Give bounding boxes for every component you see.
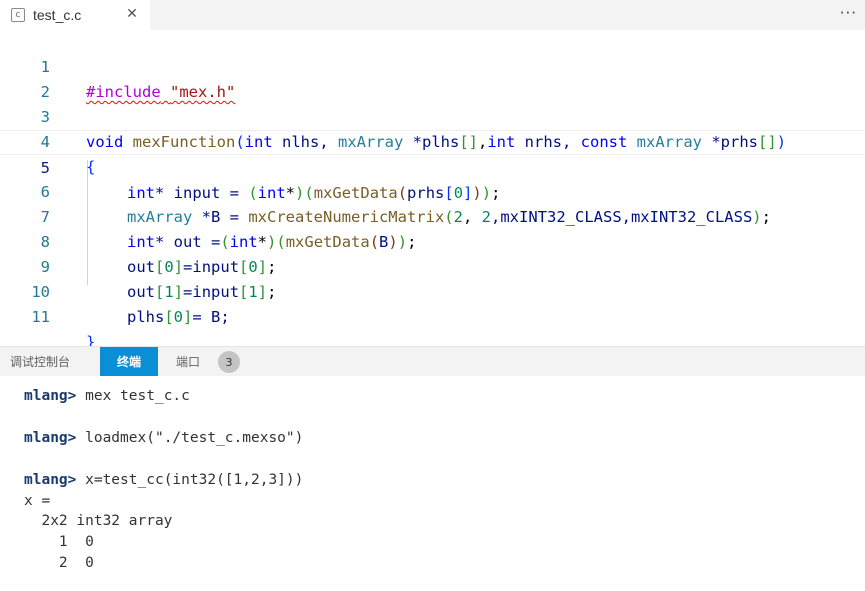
code-text: plhs[0]= B; [127,305,230,330]
code-line: 2 [0,55,865,101]
close-icon[interactable]: ✕ [124,5,140,23]
terminal-command: x=test_cc(int32([1,2,3])) [76,472,304,488]
code-line: 6 mxArray *B = mxCreateNumericMatrix(2, … [0,155,865,226]
terminal-output-line: x = [24,493,51,509]
terminal-prompt: mlang> [24,472,77,488]
more-actions-icon[interactable]: ··· [840,4,857,22]
file-tab-test-c[interactable]: c test_c.c ✕ [0,0,151,30]
terminal-output-line: 1 0 [24,534,94,550]
tab-debug-console[interactable]: 调试控制台 [10,347,70,376]
ports-count-badge: 3 [218,351,240,373]
token-var: = B; [192,308,230,326]
code-line: 11 } [0,280,865,351]
token-var: plhs [127,308,165,326]
file-tab-title: test_c.c [33,7,82,23]
code-editor[interactable]: 1 #include "mex.h" 2 3 void mexFunction(… [0,30,865,351]
terminal-line: mlang> mex test_c.c [24,386,190,406]
terminal-prompt: mlang> [24,388,77,404]
line-number: 11 [31,308,50,326]
token-bracket: ] [183,308,193,326]
panel-header: 调试控制台 终端 端口 3 [0,346,865,376]
terminal-line: mlang> loadmex("./test_c.mexso") [24,428,303,448]
tab-terminal[interactable]: 终端 [100,347,158,376]
code-line: 7 int* out =(int*)(mxGetData(B)); [0,180,865,251]
terminal-output[interactable]: mlang> mex test_c.c mlang> loadmex("./te… [0,376,865,591]
code-line: 8 out[0]=input[0]; [0,205,865,276]
code-line: 4 { [0,105,865,176]
code-line-current: 5 int* input = (int*)(mxGetData(prhs[0])… [0,130,865,202]
c-file-icon: c [11,8,25,22]
terminal-output-line: 2 0 [24,555,94,571]
tab-ports[interactable]: 端口 [176,347,200,376]
token-bracket: [ [164,308,174,326]
code-line: 9 out[1]=input[1]; [0,230,865,301]
terminal-command: loadmex("./test_c.mexso") [76,430,304,446]
terminal-command: mex test_c.c [76,388,190,404]
terminal-output-line: 2x2 int32 array [24,513,173,529]
editor-tab-bar: c test_c.c ✕ ··· [0,0,865,30]
code-line: 1 #include "mex.h" [0,30,865,101]
code-line: 3 void mexFunction(int nlhs, mxArray *pl… [0,80,865,151]
terminal-line: mlang> x=test_cc(int32([1,2,3])) [24,470,303,490]
code-line: 10 plhs[0]= B; [0,255,865,326]
terminal-prompt: mlang> [24,430,77,446]
token-number: 0 [173,308,184,326]
